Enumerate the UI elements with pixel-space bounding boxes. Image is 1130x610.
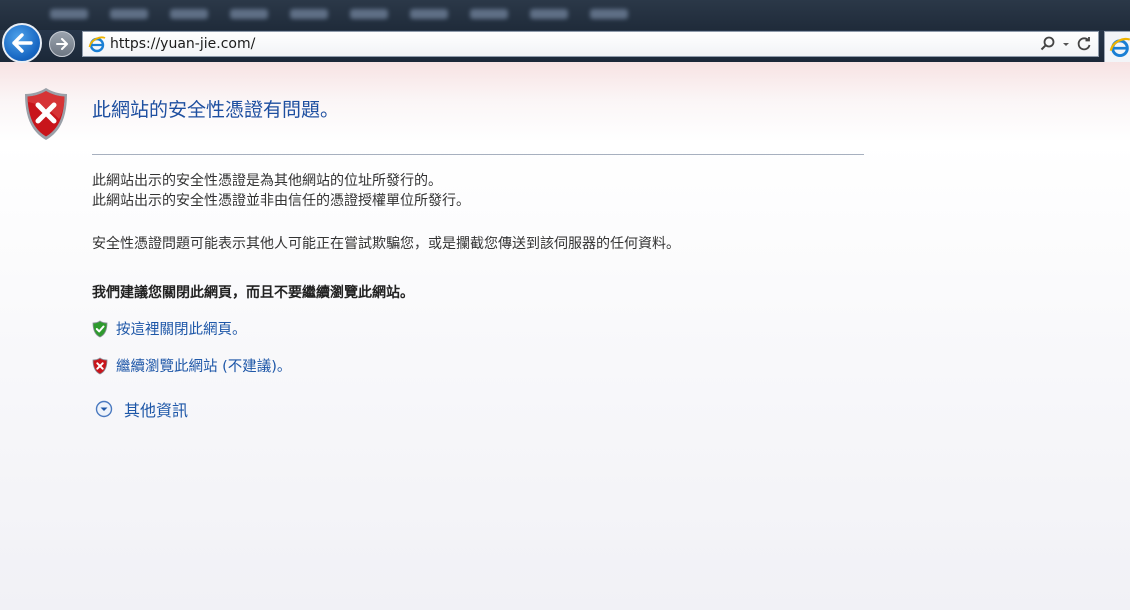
ie-logo-icon (88, 35, 106, 57)
close-page-link-text[interactable]: 按這裡關閉此網頁。 (116, 318, 247, 339)
address-bar[interactable]: https://yuan-jie.com/ (82, 31, 1099, 57)
continue-to-site-link[interactable]: 繼續瀏覽此網站 (不建議)。 (92, 355, 291, 376)
ie-logo-icon (1109, 37, 1130, 58)
forward-button[interactable] (49, 31, 75, 57)
certificate-details: 此網站出示的安全性憑證是為其他網站的位址所發行的。 此網站出示的安全性憑證並非由… (92, 171, 470, 211)
divider (92, 154, 864, 155)
security-shield-error-icon (22, 86, 70, 146)
browser-tab[interactable] (1104, 31, 1130, 62)
window-title-bar (0, 0, 1130, 30)
back-arrow-icon (12, 33, 33, 53)
close-page-link[interactable]: 按這裡關閉此網頁。 (92, 318, 247, 339)
certificate-error-page: 此網站的安全性憑證有問題。 此網站出示的安全性憑證是為其他網站的位址所發行的。 … (0, 62, 1130, 610)
recommendation-text: 我們建議您關閉此網頁，而且不要繼續瀏覽此網站。 (92, 285, 414, 301)
detail-line-1: 此網站出示的安全性憑證是為其他網站的位址所發行的。 (92, 173, 442, 189)
blurred-menu (50, 9, 628, 19)
warning-text: 安全性憑證問題可能表示其他人可能正在嘗試欺騙您，或是攔截您傳送到該伺服器的任何資… (92, 236, 680, 252)
dropdown-arrow-icon[interactable] (1062, 36, 1070, 52)
more-information-toggle[interactable]: 其他資訊 (95, 397, 188, 421)
refresh-icon[interactable] (1076, 36, 1092, 52)
forward-arrow-icon (56, 38, 68, 50)
continue-to-site-link-text[interactable]: 繼續瀏覽此網站 (不建議)。 (116, 355, 291, 376)
chevron-down-circle-icon (95, 400, 113, 418)
url-text[interactable]: https://yuan-jie.com/ (110, 36, 255, 52)
back-button[interactable] (2, 23, 42, 63)
green-shield-check-icon (92, 320, 108, 337)
search-icon[interactable] (1040, 36, 1056, 52)
more-information-label[interactable]: 其他資訊 (124, 397, 188, 421)
detail-line-2: 此網站出示的安全性憑證並非由信任的憑證授權單位所發行。 (92, 193, 470, 209)
red-shield-x-icon (92, 357, 108, 374)
page-title: 此網站的安全性憑證有問題。 (92, 99, 340, 121)
